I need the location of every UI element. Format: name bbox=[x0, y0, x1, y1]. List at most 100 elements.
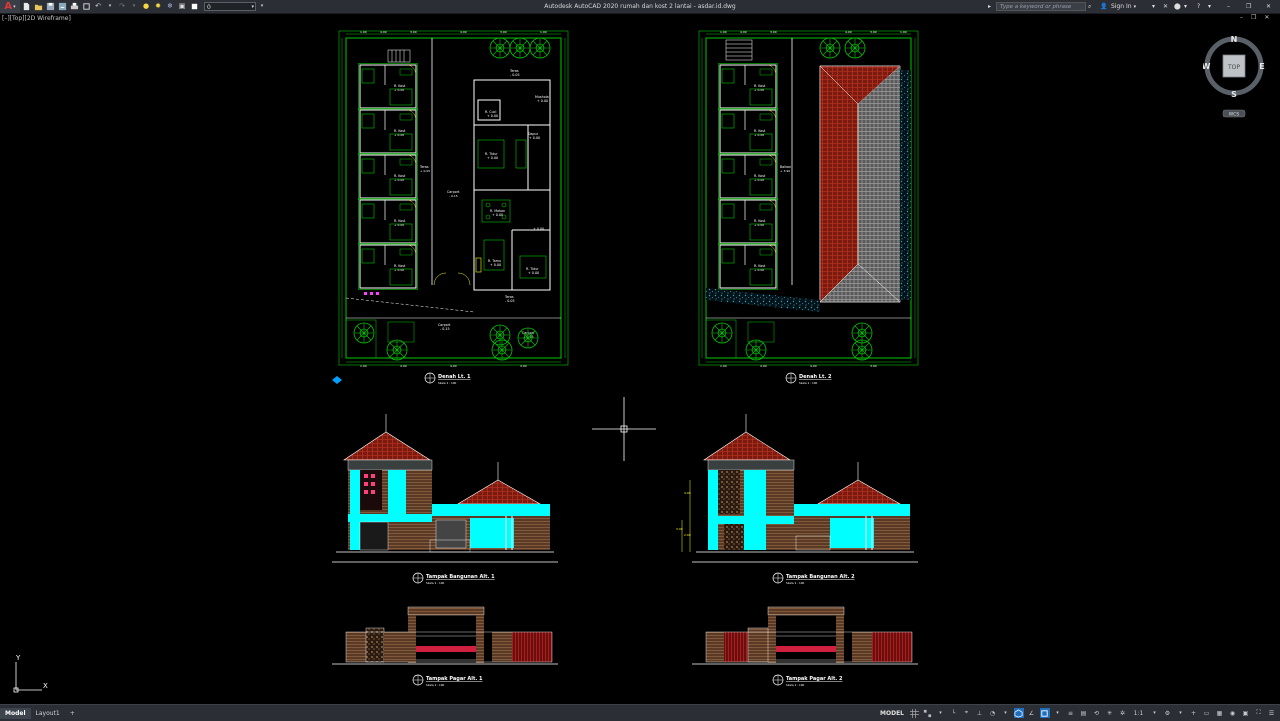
compass-east[interactable]: E bbox=[1259, 62, 1264, 71]
units-icon[interactable]: ▭ bbox=[1202, 708, 1212, 718]
customize-toolbar-icon[interactable]: ▾ bbox=[258, 2, 267, 11]
block-grip-icon[interactable] bbox=[332, 376, 342, 384]
search-icon[interactable]: ⌕ bbox=[1088, 0, 1091, 13]
ucs-x-label: X bbox=[43, 682, 48, 690]
status-bar-tools: MODEL ▾ └ ⌖ ⊥ ◔ ▾ ∠ ▾ ≡ ▤ ⟲ ✳ ✲ 1:1 ▾ ⚙ … bbox=[880, 705, 1278, 721]
print-icon[interactable] bbox=[70, 2, 79, 11]
sun-icon[interactable]: ✹ bbox=[154, 2, 163, 11]
svg-text:- 0.15: - 0.15 bbox=[449, 194, 458, 198]
help-dropdown-icon[interactable]: ▾ bbox=[1184, 0, 1187, 13]
drawing-canvas[interactable]: R. Kost + 0.00 1.00 4.00 3.00 4.00 3.00 1.00… bbox=[0, 14, 1280, 704]
model-space-toggle[interactable]: MODEL bbox=[880, 710, 904, 717]
chevron-down-icon: ▾ bbox=[251, 4, 254, 10]
object-snap-icon[interactable] bbox=[1039, 708, 1050, 718]
exchange-icon[interactable]: ✕ bbox=[1163, 0, 1168, 13]
floor-plan-1[interactable]: 1.00 4.00 3.00 4.00 3.00 1.00 1.00 4.00 4.00 3.… bbox=[338, 30, 569, 385]
annotation-visibility-icon[interactable]: ✳ bbox=[1105, 708, 1115, 718]
snap-icon[interactable] bbox=[923, 708, 933, 718]
help-icon[interactable]: ? bbox=[1197, 0, 1200, 13]
freeze-icon[interactable]: ❄ bbox=[166, 2, 175, 11]
view-cube[interactable]: TOP N S E W WCS bbox=[1203, 32, 1265, 120]
workspace-dropdown-icon[interactable]: ▾ bbox=[1176, 708, 1186, 718]
tab-model[interactable]: Model bbox=[0, 707, 31, 719]
compass-south[interactable]: S bbox=[1231, 90, 1237, 99]
undo-icon[interactable]: ↶ bbox=[94, 2, 103, 11]
tab-layout1[interactable]: Layout1 bbox=[31, 708, 65, 719]
svg-text:4.00: 4.00 bbox=[460, 30, 467, 34]
user-icon[interactable]: 👤 bbox=[1100, 0, 1107, 13]
sign-in-button[interactable]: Sign In ▾ bbox=[1111, 0, 1136, 13]
svg-text:+ 0.00: + 0.00 bbox=[529, 136, 540, 140]
osnap-dropdown-icon[interactable]: ▾ bbox=[1053, 708, 1063, 718]
a360-icon[interactable]: ⬤ bbox=[1174, 0, 1181, 13]
application-menu-button[interactable]: A ▾ bbox=[0, 0, 20, 13]
object-snap-tracking-icon[interactable]: ∠ bbox=[1027, 708, 1037, 718]
open-icon[interactable] bbox=[34, 2, 43, 11]
compass-north[interactable]: N bbox=[1231, 35, 1238, 44]
restore-window-icon[interactable]: ❐ bbox=[1246, 0, 1251, 13]
workspace-gear-icon[interactable]: ⚙ bbox=[1163, 708, 1173, 718]
transparency-icon[interactable]: ▤ bbox=[1079, 708, 1089, 718]
lineweight-icon[interactable]: ≡ bbox=[1066, 708, 1076, 718]
view-cube-top-label: TOP bbox=[1227, 64, 1240, 71]
svg-text:+ 0.00: + 0.00 bbox=[490, 263, 501, 267]
infer-constraints-icon[interactable]: └ bbox=[949, 708, 959, 718]
fence-elevation-1[interactable]: Tampak Pagar Alt. 1 Skala 1 : 100 bbox=[332, 606, 558, 687]
compass-west[interactable]: W bbox=[1203, 62, 1211, 71]
lightbulb-icon[interactable]: ● bbox=[142, 2, 151, 11]
svg-text:+ 0.00: + 0.00 bbox=[528, 271, 539, 275]
svg-text:1.00: 1.00 bbox=[360, 30, 367, 34]
layer-color-icon[interactable] bbox=[190, 2, 199, 11]
new-icon[interactable] bbox=[22, 2, 31, 11]
svg-text:- 0.05: - 0.05 bbox=[505, 299, 515, 303]
svg-text:3.00: 3.00 bbox=[770, 30, 777, 34]
fence-elevation-2[interactable]: Tampak Pagar Alt. 2 Skala 1 : 100 bbox=[692, 606, 918, 687]
plot-icon[interactable] bbox=[82, 2, 91, 11]
undo-dropdown-icon[interactable]: ▾ bbox=[106, 2, 115, 11]
fence2-title-block: Tampak Pagar Alt. 2 Skala 1 : 100 bbox=[772, 674, 843, 687]
save-as-icon[interactable] bbox=[58, 2, 67, 11]
layer-dropdown[interactable]: 0 ▾ bbox=[204, 2, 256, 11]
dynamic-input-icon[interactable]: ⌖ bbox=[962, 708, 972, 718]
svg-text:+ 3.90: + 3.90 bbox=[780, 169, 790, 173]
annotation-autoscale-icon[interactable]: ✲ bbox=[1118, 708, 1128, 718]
floor-plan-2[interactable]: 1.00 4.00 3.00 4.00 3.00 1.00 1.00 4.00 4.00 3.… bbox=[698, 30, 919, 385]
quick-properties-icon[interactable]: ▦ bbox=[1215, 708, 1225, 718]
minimize-window-icon[interactable]: – bbox=[1227, 0, 1230, 13]
redo-dropdown-icon[interactable]: ▾ bbox=[130, 2, 139, 11]
annotation-monitor-icon[interactable]: + bbox=[1189, 708, 1199, 718]
svg-text:1.00: 1.00 bbox=[360, 364, 367, 368]
polar-tracking-icon[interactable]: ◔ bbox=[988, 708, 998, 718]
plan2-title: Denah Lt. 2 bbox=[799, 374, 832, 380]
ortho-icon[interactable]: ⊥ bbox=[975, 708, 985, 718]
svg-text:3.00: 3.00 bbox=[870, 30, 877, 34]
search-expand-icon[interactable]: ▸ bbox=[988, 0, 991, 13]
elevation-1[interactable]: Tampak Bangunan Alt. 1 Skala 1 : 100 bbox=[332, 414, 558, 585]
fence1-scale: Skala 1 : 100 bbox=[426, 683, 444, 687]
autodesk-app-store-icon[interactable]: ▾ bbox=[1152, 0, 1155, 13]
selection-cycling-icon[interactable]: ⟲ bbox=[1092, 708, 1102, 718]
elevation-2[interactable]: 4.00 3.002.00 Tampak Bangunan Alt. 2 Skal… bbox=[676, 414, 918, 585]
help-chevron-icon[interactable]: ▾ bbox=[1208, 0, 1211, 13]
polar-dropdown-icon[interactable]: ▾ bbox=[1001, 708, 1011, 718]
add-layout-button[interactable]: + bbox=[65, 708, 80, 719]
redo-icon[interactable]: ↷ bbox=[118, 2, 127, 11]
customization-menu-icon[interactable]: ☰ bbox=[1267, 708, 1277, 718]
isolate-objects-icon[interactable]: ◉ bbox=[1228, 708, 1238, 718]
search-input[interactable]: Type a keyword or phrase bbox=[996, 2, 1086, 11]
svg-text:1.00: 1.00 bbox=[900, 30, 907, 34]
fence2-title: Tampak Pagar Alt. 2 bbox=[786, 676, 843, 682]
svg-text:4.00: 4.00 bbox=[684, 491, 691, 495]
wcs-label: WCS bbox=[1229, 112, 1240, 118]
close-window-icon[interactable]: ✕ bbox=[1266, 0, 1271, 13]
hardware-acceleration-icon[interactable]: ▣ bbox=[1241, 708, 1251, 718]
snap-dropdown-icon[interactable]: ▾ bbox=[936, 708, 946, 718]
save-icon[interactable] bbox=[46, 2, 55, 11]
grid-icon[interactable] bbox=[910, 708, 920, 718]
lock-icon[interactable]: ▣ bbox=[178, 2, 187, 11]
scale-dropdown-icon[interactable]: ▾ bbox=[1150, 708, 1160, 718]
annotation-scale-icon[interactable]: 1:1 bbox=[1131, 708, 1147, 718]
isometric-drafting-icon[interactable] bbox=[1013, 708, 1024, 718]
elev1-title: Tampak Bangunan Alt. 1 bbox=[426, 574, 495, 580]
clean-screen-icon[interactable]: ⛶ bbox=[1254, 708, 1264, 718]
